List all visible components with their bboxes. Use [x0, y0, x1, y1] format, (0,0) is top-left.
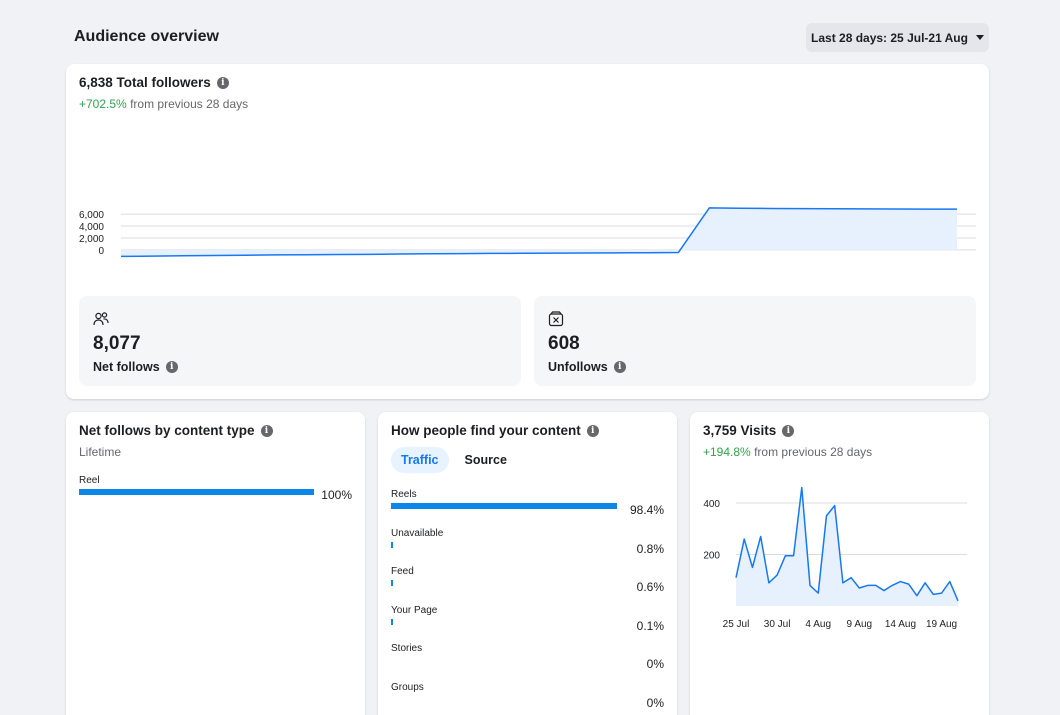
series-area	[121, 207, 957, 257]
unfollows-label: Unfollows i	[548, 360, 626, 374]
visits-change: +194.8% from previous 28 days	[703, 445, 872, 459]
total-followers-card: 6,838 Total followers i +702.5% from pre…	[66, 64, 989, 399]
find-content-card: How people find your content i Traffic S…	[378, 412, 677, 715]
visits-change-value: +194.8%	[703, 445, 751, 459]
bar-track	[391, 503, 621, 509]
find-content-title-text: How people find your content	[391, 423, 581, 438]
net-follows-value: 8,077	[93, 333, 141, 354]
visits-title-text: 3,759 Visits	[703, 423, 777, 438]
content-type-title: Net follows by content type i	[79, 423, 273, 438]
unfollows-label-text: Unfollows	[548, 360, 608, 374]
audience-overview-page: Audience overview Last 28 days: 25 Jul-2…	[0, 0, 1060, 715]
bar-percent: 0%	[646, 695, 664, 710]
net-follows-box: 8,077 Net follows i	[79, 296, 521, 386]
bar-label: Your Page	[391, 604, 438, 616]
info-icon[interactable]: i	[216, 76, 229, 89]
bar-label: Feed	[391, 566, 414, 577]
bar-track	[79, 489, 314, 495]
net-follows-label-text: Net follows	[93, 360, 160, 374]
bar-percent: 0%	[646, 657, 664, 671]
page-title: Audience overview	[74, 28, 219, 45]
content-type-title-text: Net follows by content type	[79, 423, 255, 438]
bar-row: Unavailable 0.8%	[391, 527, 664, 556]
bar-track	[391, 696, 621, 702]
bar-label: Stories	[391, 643, 423, 654]
tab-source[interactable]: Source	[455, 447, 517, 473]
bar-row: Reel 100%	[79, 475, 352, 502]
visits-change-suffix: from previous 28 days	[754, 445, 873, 459]
bar-percent: 100%	[321, 488, 352, 502]
bar-track	[391, 541, 621, 548]
bar-row: Groups 0%	[391, 681, 664, 710]
people-icon	[93, 312, 109, 326]
unfollows-value: 608	[548, 333, 580, 354]
y-tick-label: 2,000	[79, 234, 104, 245]
bar-percent: 0.1%	[636, 618, 664, 633]
y-tick-label: 4,000	[79, 222, 104, 233]
followers-line-chart: 6,0004,0002,000025 Jul30 Jul4 Aug9 Aug14…	[79, 207, 976, 258]
series-area	[736, 487, 958, 606]
content-type-subtitle: Lifetime	[79, 445, 122, 459]
bar-track	[391, 657, 621, 663]
bar-fill	[391, 503, 618, 509]
find-content-title: How people find your content i	[391, 423, 599, 438]
info-icon[interactable]: i	[260, 424, 273, 437]
bar-percent: 98.4%	[629, 503, 664, 517]
bar-label: Groups	[391, 681, 424, 693]
bar-row: Your Page 0.1%	[391, 604, 664, 633]
followers-change: +702.5% from previous 28 days	[79, 97, 248, 111]
find-content-tabs: Traffic Source	[391, 447, 517, 473]
info-icon[interactable]: i	[782, 424, 795, 437]
x-tick-label: 30 Jul	[764, 619, 791, 630]
tab-traffic[interactable]: Traffic	[391, 447, 449, 473]
x-tick-label: 9 Aug	[847, 619, 873, 630]
bar-fill	[391, 618, 393, 625]
y-tick-label: 400	[703, 499, 720, 510]
net-follows-label: Net follows i	[93, 360, 178, 374]
x-tick-label: 19 Aug	[926, 619, 957, 630]
visits-line-chart: 400 200 25 Jul 30 Jul 4 Aug 9 Aug 14 Aug 19 Aug	[703, 486, 967, 630]
bar-label: Unavailable	[391, 527, 444, 539]
bar-label: Reels	[391, 489, 417, 500]
info-icon[interactable]: i	[613, 361, 626, 373]
x-tick-label: 14 Aug	[885, 619, 916, 630]
bar-percent: 0.6%	[636, 580, 664, 594]
unfollows-box: 608 Unfollows i	[534, 296, 976, 386]
bar-row: Reels 98.4%	[391, 489, 664, 517]
content-type-card: Net follows by content type i Lifetime R…	[66, 412, 365, 715]
visits-card: 3,759 Visits i +194.8% from previous 28 …	[690, 412, 989, 715]
bar-percent: 0.8%	[636, 541, 664, 556]
info-icon[interactable]: i	[165, 361, 178, 373]
y-tick-label: 6,000	[79, 210, 104, 221]
caret-down-icon	[975, 35, 984, 40]
bar-track	[391, 618, 621, 625]
bar-fill	[79, 489, 314, 495]
unfollow-box-icon	[548, 311, 564, 327]
total-followers-title-text: 6,838 Total followers	[79, 75, 211, 90]
bar-label: Reel	[79, 475, 100, 486]
bar-row: Stories 0%	[391, 643, 664, 671]
followers-change-value: +702.5%	[79, 97, 127, 111]
total-followers-title: 6,838 Total followers i	[79, 75, 229, 90]
info-icon[interactable]: i	[586, 424, 599, 437]
followers-change-suffix: from previous 28 days	[130, 97, 249, 111]
y-tick-label: 200	[703, 551, 720, 562]
x-tick-label: 4 Aug	[805, 619, 831, 630]
y-tick-label: 0	[98, 246, 104, 257]
visits-title: 3,759 Visits i	[703, 423, 795, 438]
date-range-button[interactable]: Last 28 days: 25 Jul-21 Aug	[806, 23, 989, 52]
bar-fill	[391, 580, 393, 586]
x-tick-label: 25 Jul	[723, 619, 750, 630]
bar-row: Feed 0.6%	[391, 566, 664, 594]
date-range-label: Last 28 days: 25 Jul-21 Aug	[811, 30, 968, 45]
bar-track	[391, 580, 621, 586]
bar-fill	[391, 541, 393, 548]
